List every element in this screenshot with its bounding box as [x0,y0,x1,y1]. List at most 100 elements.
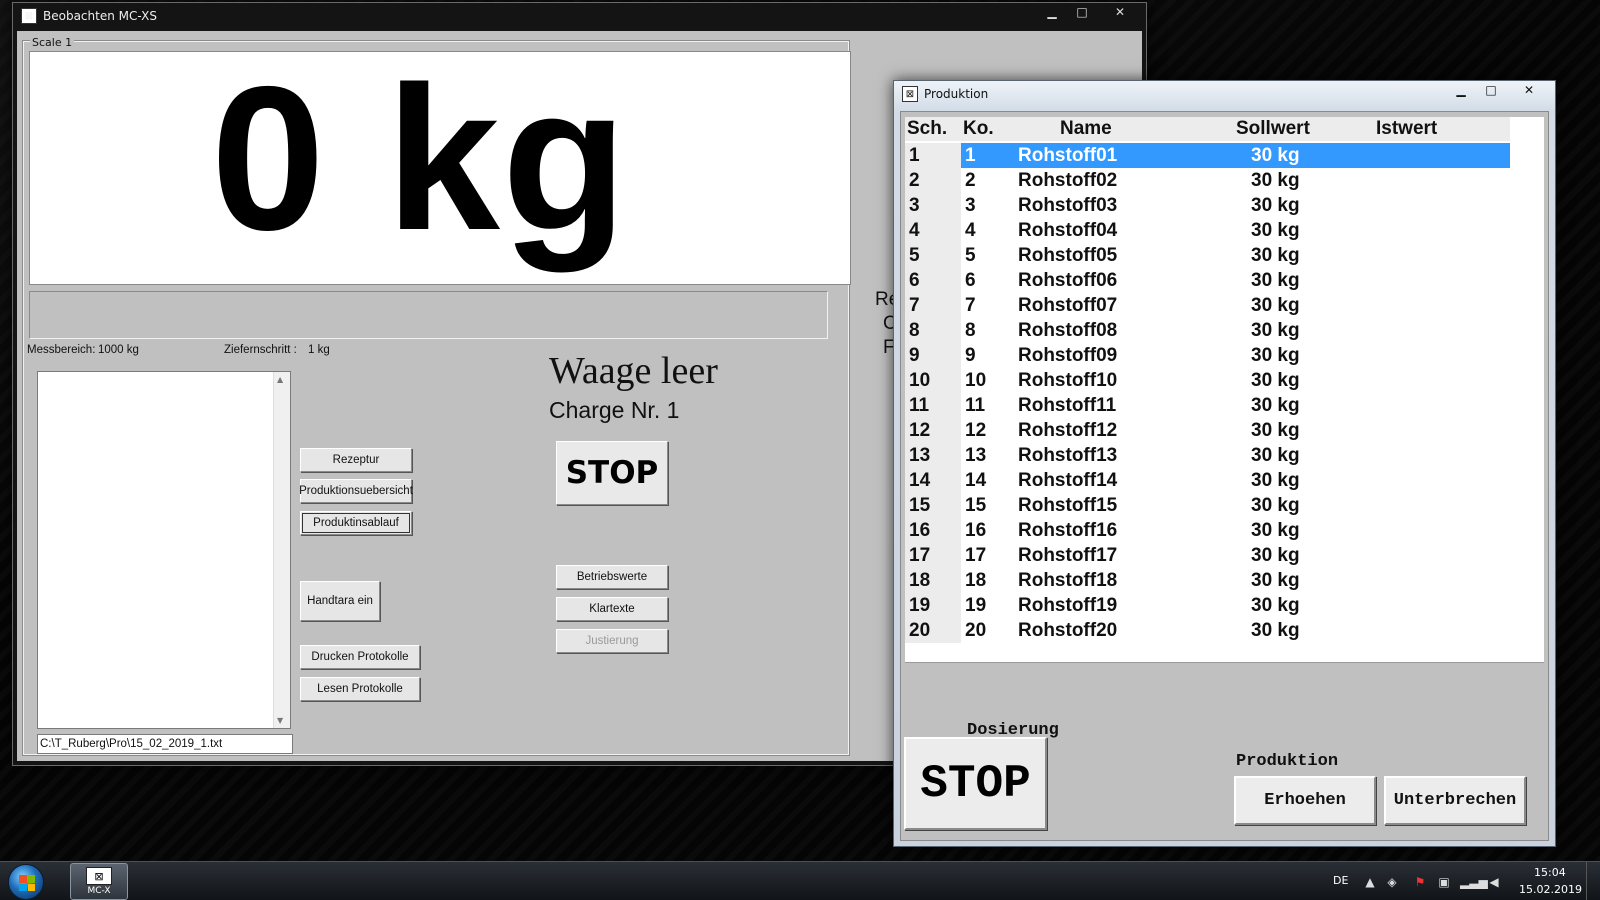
cell-name: Rohstoff17 [1018,545,1118,566]
cell-name: Rohstoff02 [1018,170,1118,191]
table-row[interactable]: 17 17 Rohstoff17 30 kg [905,543,1510,568]
lesen-protokolle-button[interactable]: Lesen Protokolle [300,677,420,701]
dosierung-stop-button[interactable]: STOP [904,737,1047,830]
table-row[interactable]: 10 10 Rohstoff10 30 kg [905,368,1510,393]
produktion-titlebar[interactable]: ⊠ Produktion ▁ □ ✕ [894,81,1555,107]
table-row[interactable]: 3 3 Rohstoff03 30 kg [905,193,1510,218]
protocol-path-field[interactable]: C:\T_Ruberg\Pro\15_02_2019_1.txt [37,734,293,754]
column-header-name[interactable]: Name [1060,118,1112,140]
cell-ko: 2 [965,170,976,191]
scroll-down-icon[interactable]: ▼ [277,716,283,725]
taskbar: ⊠ MC-X DE ▲ ◈ ⚑ ▣ ▂▃▅ ◀ 15:04 15.02.2019 [0,861,1600,900]
table-row[interactable]: 14 14 Rohstoff14 30 kg [905,468,1510,493]
unterbrechen-button[interactable]: Unterbrechen [1384,776,1526,825]
close-icon[interactable]: ✕ [1507,81,1551,99]
app-icon: ⊠ [21,8,37,24]
cell-ko: 18 [965,570,987,591]
table-row[interactable]: 1 1 Rohstoff01 30 kg [905,143,1510,168]
cell-name: Rohstoff19 [1018,595,1118,616]
clock-time[interactable]: 15:04 [1534,866,1566,879]
table-row[interactable]: 20 20 Rohstoff20 30 kg [905,618,1510,643]
cell-sollwert: 30 kg [1251,520,1300,541]
betriebswerte-button[interactable]: Betriebswerte [556,565,668,589]
cell-name: Rohstoff08 [1018,320,1118,341]
table-row[interactable]: 13 13 Rohstoff13 30 kg [905,443,1510,468]
taskbar-app-mcx[interactable]: ⊠ MC-X [70,863,128,900]
scroll-up-icon[interactable]: ▲ [277,375,283,384]
cell-ko: 11 [965,395,986,416]
column-header-sollwert[interactable]: Sollwert [1236,118,1310,140]
produktion-window: ⊠ Produktion ▁ □ ✕ Sch. Ko. Name Sollwer… [893,80,1556,847]
language-indicator[interactable]: DE [1333,874,1348,887]
table-row[interactable]: 16 16 Rohstoff16 30 kg [905,518,1510,543]
justierung-button[interactable]: Justierung [556,629,668,653]
produktinsablauf-button[interactable]: Produktinsablauf [300,511,412,535]
listbox-scrollbar[interactable]: ▲ ▼ [273,372,290,728]
table-row[interactable]: 4 4 Rohstoff04 30 kg [905,218,1510,243]
cell-sollwert: 30 kg [1251,470,1300,491]
cell-sollwert: 30 kg [1251,570,1300,591]
protocol-listbox[interactable]: ▲ ▼ [37,371,291,729]
cell-sollwert: 30 kg [1251,595,1300,616]
minimize-icon[interactable]: ▁ [1038,3,1066,21]
cell-sch: 4 [909,220,920,241]
cell-sollwert: 30 kg [1251,320,1300,341]
cell-name: Rohstoff11 [1018,395,1117,416]
action-center-flag-icon[interactable]: ⚑ [1412,874,1428,890]
table-row[interactable]: 9 9 Rohstoff09 30 kg [905,343,1510,368]
cell-sch: 17 [909,545,931,566]
table-row[interactable]: 8 8 Rohstoff08 30 kg [905,318,1510,343]
table-row[interactable]: 6 6 Rohstoff06 30 kg [905,268,1510,293]
rezeptur-button[interactable]: Rezeptur [300,448,412,472]
erhoehen-button[interactable]: Erhoehen [1234,776,1376,825]
main-window-title: Beobachten MC-XS [43,9,157,23]
maximize-icon[interactable]: □ [1477,81,1505,99]
cell-sollwert: 30 kg [1251,145,1300,166]
network-signal-icon[interactable]: ▂▃▅ [1460,874,1488,890]
cell-ko: 5 [965,245,976,266]
handtara-button[interactable]: Handtara ein [300,581,380,621]
messbereich-value: 1000 kg [98,344,139,356]
column-header-ko[interactable]: Ko. [963,118,994,140]
drucken-protokolle-button[interactable]: Drucken Protokolle [300,645,420,669]
produktionsuebersicht-button[interactable]: Produktionsuebersicht [299,479,413,503]
start-button[interactable] [8,864,44,900]
show-desktop-button[interactable] [1586,862,1600,900]
main-titlebar[interactable]: ⊠ Beobachten MC-XS ▁ □ ✕ [13,3,1146,29]
clock-date[interactable]: 15.02.2019 [1519,883,1582,896]
cell-name: Rohstoff10 [1018,370,1118,391]
cell-sch: 9 [909,345,920,366]
table-row[interactable]: 2 2 Rohstoff02 30 kg [905,168,1510,193]
minimize-icon[interactable]: ▁ [1447,81,1475,99]
production-table[interactable]: Sch. Ko. Name Sollwert Istwert 1 1 Rohstof… [905,117,1544,663]
cell-name: Rohstoff09 [1018,345,1118,366]
cell-sollwert: 30 kg [1251,245,1300,266]
cell-sch: 11 [909,395,930,416]
cell-name: Rohstoff03 [1018,195,1118,216]
show-hidden-icons-icon[interactable]: ▲ [1362,874,1378,890]
table-row[interactable]: 12 12 Rohstoff12 30 kg [905,418,1510,443]
column-header-sch[interactable]: Sch. [907,118,947,140]
volume-icon[interactable]: ◀ [1486,874,1502,890]
charge-number-label: Charge Nr. 1 [549,397,680,423]
close-icon[interactable]: ✕ [1098,3,1142,21]
table-row[interactable]: 5 5 Rohstoff05 30 kg [905,243,1510,268]
table-row[interactable]: 7 7 Rohstoff07 30 kg [905,293,1510,318]
cell-sch: 3 [909,195,920,216]
cell-sch: 5 [909,245,920,266]
cell-ko: 8 [965,320,976,341]
usb-device-icon[interactable]: ▣ [1436,874,1452,890]
table-row[interactable]: 11 11 Rohstoff11 30 kg [905,393,1510,418]
table-row[interactable]: 19 19 Rohstoff19 30 kg [905,593,1510,618]
stop-button[interactable]: STOP [556,441,668,505]
table-row[interactable]: 15 15 Rohstoff15 30 kg [905,493,1510,518]
klartexte-button[interactable]: Klartexte [556,597,668,621]
cell-sollwert: 30 kg [1251,495,1300,516]
maximize-icon[interactable]: □ [1068,3,1096,21]
column-header-istwert[interactable]: Istwert [1376,118,1437,140]
cell-sollwert: 30 kg [1251,295,1300,316]
network-app-icon[interactable]: ◈ [1384,874,1400,890]
table-row[interactable]: 18 18 Rohstoff18 30 kg [905,568,1510,593]
cell-sch: 16 [909,520,931,541]
cell-sch: 6 [909,270,920,291]
